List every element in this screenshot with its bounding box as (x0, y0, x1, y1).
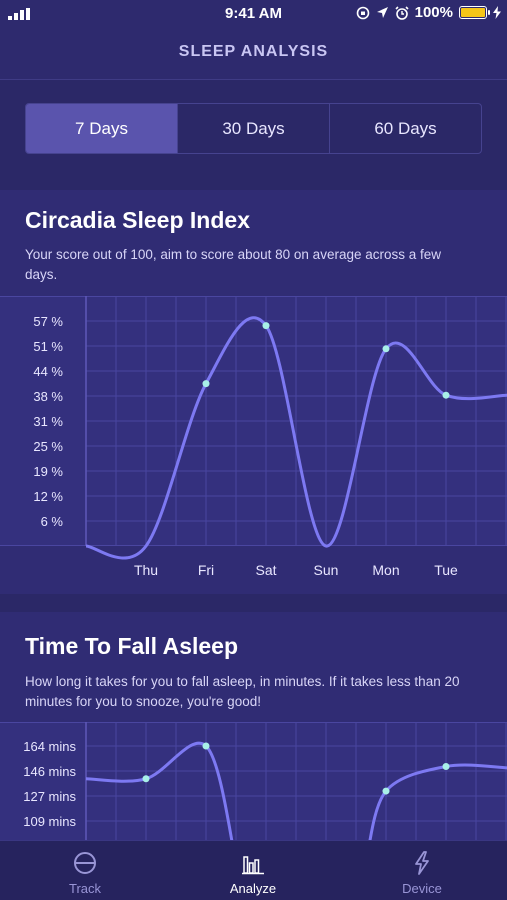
data-point (382, 345, 390, 353)
data-point (202, 742, 210, 750)
data-point (262, 322, 270, 330)
tab-track-label: Track (68, 881, 102, 896)
tab-device[interactable]: Device (362, 841, 482, 900)
x-tick-label: Mon (372, 562, 399, 578)
y-tick-label: 19 % (33, 464, 63, 479)
y-tick-label: 31 % (33, 414, 63, 429)
battery-percent: 100% (414, 4, 453, 21)
tab-analyze-label: Analyze (229, 881, 277, 896)
y-tick-label: 25 % (33, 439, 63, 454)
tab-device-label: Device (402, 881, 442, 896)
y-tick-label: 44 % (33, 364, 63, 379)
sleep-index-description: Your score out of 100, aim to score abou… (25, 247, 442, 282)
analyze-icon (242, 856, 264, 875)
tab-track[interactable]: Track (25, 841, 145, 900)
bottom-tab-bar: Track Analyze Device (0, 840, 507, 900)
orientation-lock-icon (356, 6, 369, 19)
series-line (368, 763, 507, 840)
fall-asleep-chart: 164 mins 146 mins 127 mins 109 mins (23, 722, 507, 840)
track-icon (74, 852, 96, 874)
y-tick-label: 164 mins (23, 739, 76, 754)
alarm-icon (395, 5, 409, 20)
fall-asleep-title: Time To Fall Asleep (25, 633, 239, 659)
y-tick-label: 127 mins (23, 789, 76, 804)
data-point (382, 787, 390, 795)
y-tick-label: 146 mins (23, 764, 76, 779)
x-tick-label: Thu (134, 562, 158, 578)
y-tick-label: 57 % (33, 314, 63, 329)
data-point (442, 762, 450, 770)
x-tick-label: Sun (314, 562, 339, 578)
data-point (202, 380, 210, 388)
tab-30-days[interactable]: 30 Days (178, 104, 330, 153)
data-point (142, 775, 150, 783)
tab-7-days[interactable]: 7 Days (26, 104, 178, 153)
fall-asleep-description: How long it takes for you to fall asleep… (25, 674, 460, 709)
device-icon (415, 851, 429, 875)
y-tick-label: 38 % (33, 389, 63, 404)
x-tick-label: Tue (434, 562, 458, 578)
data-point (442, 391, 450, 399)
status-bar: 9:41 AM 100% (0, 0, 507, 28)
page-title: SLEEP ANALYSIS (0, 28, 507, 80)
y-tick-label: 6 % (41, 514, 64, 529)
y-tick-label: 109 mins (23, 814, 76, 829)
sleep-index-chart: 57 % 51 % 44 % 38 % 31 % 25 % 19 % 12 % 6 % Thu Fr… (33, 296, 507, 578)
series-line (85, 741, 234, 840)
tab-60-days[interactable]: 60 Days (330, 104, 481, 153)
y-tick-label: 51 % (33, 339, 63, 354)
location-icon (376, 7, 388, 18)
x-tick-label: Sat (255, 562, 276, 578)
sleep-index-title: Circadia Sleep Index (25, 207, 250, 233)
x-tick-label: Fri (198, 562, 214, 578)
range-segmented-control: 7 Days 30 Days 60 Days (25, 103, 482, 154)
battery-icon (459, 6, 490, 19)
y-tick-label: 12 % (33, 489, 63, 504)
tab-analyze[interactable]: Analyze (193, 841, 313, 900)
charging-icon (493, 6, 501, 19)
